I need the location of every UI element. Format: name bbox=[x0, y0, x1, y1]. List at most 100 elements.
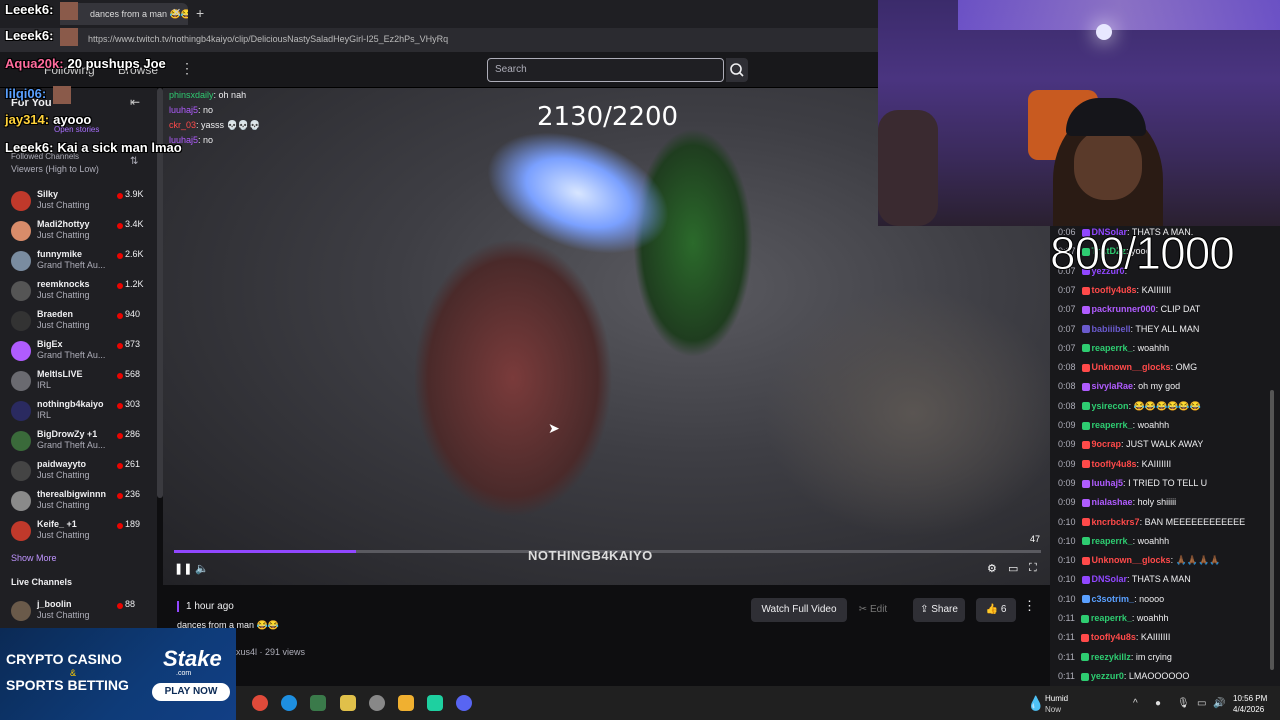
sidebar-channel[interactable]: MeltlsLIVE IRL 568 bbox=[0, 368, 157, 398]
discord-icon[interactable] bbox=[456, 695, 472, 711]
sidebar-channel[interactable]: BigDrowZy +1 Grand Theft Au... 286 bbox=[0, 428, 157, 458]
clock-time[interactable]: 10:56 PM bbox=[1233, 694, 1267, 703]
chat-username[interactable]: luuhaj5 bbox=[1092, 478, 1124, 488]
theatre-mode-icon[interactable]: ▭ bbox=[1008, 562, 1018, 575]
edit-button[interactable]: ✂ Edit bbox=[851, 598, 895, 622]
chat-text: holy shiiiii bbox=[1137, 497, 1177, 508]
channel-avatar bbox=[11, 221, 31, 241]
chat-username[interactable]: yezzur0 bbox=[1091, 671, 1124, 681]
clock-date[interactable]: 4/4/2026 bbox=[1233, 705, 1264, 714]
chat-username[interactable]: sivylaRae bbox=[1092, 381, 1134, 391]
address-bar[interactable]: https://www.twitch.tv/nothingb4kaiyo/cli… bbox=[0, 28, 880, 52]
sidebar-channel[interactable]: reemknocks Just Chatting 1.2K bbox=[0, 278, 157, 308]
sort-label: Viewers (High to Low) bbox=[11, 164, 99, 174]
tab-close-icon[interactable]: ✕ bbox=[172, 6, 181, 19]
collapse-sidebar-icon[interactable]: ⇤ bbox=[130, 95, 140, 109]
browser-tab[interactable]: dances from a man 😂😂 bbox=[60, 3, 188, 25]
sidebar-channel[interactable]: Silky Just Chatting 3.9K bbox=[0, 188, 157, 218]
chat-username[interactable]: babiiibell bbox=[1092, 324, 1131, 334]
chat-username[interactable]: Unknown__glocks bbox=[1092, 362, 1171, 372]
chat-badge-icon bbox=[1080, 653, 1089, 662]
video-chat-user: ckr_03 bbox=[169, 120, 197, 130]
stake-ad-banner[interactable]: CRYPTO CASINO & SPORTS BETTING Stake .co… bbox=[0, 628, 236, 720]
sidebar-channel[interactable]: Keife_ +1 Just Chatting 189 bbox=[0, 518, 157, 548]
video-chat-text: yasss 💀💀💀 bbox=[201, 120, 261, 130]
pause-icon[interactable]: ❚❚ bbox=[174, 562, 192, 575]
settings-app-icon[interactable] bbox=[369, 695, 385, 711]
chat-message: 0:11 yezzur0: LMAOOOOOO bbox=[1058, 671, 1270, 681]
sidebar-channel[interactable]: paidwayyto Just Chatting 261 bbox=[0, 458, 157, 488]
sort-icon[interactable]: ⇅ bbox=[130, 156, 138, 167]
chat-username[interactable]: nialashae bbox=[1092, 497, 1133, 507]
show-more-link[interactable]: Show More bbox=[11, 553, 57, 563]
ad-line-1: CRYPTO CASINO bbox=[6, 651, 122, 667]
chat-scrollbar[interactable] bbox=[1270, 390, 1274, 670]
channel-viewers: 568 bbox=[125, 369, 141, 379]
chat-counter: 800/1000 bbox=[1050, 227, 1236, 280]
microphone-icon[interactable]: 🎙 bbox=[1177, 698, 1190, 709]
url-text[interactable]: https://www.twitch.tv/nothingb4kaiyo/cli… bbox=[88, 34, 448, 44]
video-embedded-chat: phinsxdaily: oh nah luuhaj5: no ckr_03: ya… bbox=[169, 88, 260, 148]
overlay-chat-text: ayooo bbox=[53, 112, 92, 127]
store-icon[interactable] bbox=[340, 695, 356, 711]
channel-avatar bbox=[11, 341, 31, 361]
chat-username[interactable]: reaperrk_ bbox=[1091, 613, 1132, 623]
fullscreen-icon[interactable]: ⛶ bbox=[1029, 562, 1037, 575]
chat-username[interactable]: 9ocrap bbox=[1092, 439, 1122, 449]
speaker-icon[interactable]: 🔊 bbox=[1213, 698, 1225, 709]
chat-text: THEY ALL MAN bbox=[1135, 323, 1200, 334]
chat-text: THATS A MAN bbox=[1131, 574, 1191, 585]
share-button[interactable]: ⇪ Share bbox=[913, 598, 965, 622]
chat-username[interactable]: toofly4u8s bbox=[1092, 459, 1137, 469]
edge-icon[interactable] bbox=[281, 695, 297, 711]
settings-icon[interactable]: ⚙ bbox=[987, 562, 997, 575]
watch-full-video-button[interactable]: Watch Full Video bbox=[751, 598, 847, 622]
live-dot-icon bbox=[117, 373, 123, 379]
app-icon[interactable] bbox=[310, 695, 326, 711]
channel-avatar bbox=[11, 311, 31, 331]
chat-username[interactable]: packrunner000 bbox=[1092, 304, 1156, 314]
sidebar-channel[interactable]: nothingb4kaiyo IRL 303 bbox=[0, 398, 157, 428]
chat-username[interactable]: kncrbckrs7 bbox=[1092, 517, 1140, 527]
weather-icon[interactable]: 💧 bbox=[1027, 695, 1044, 712]
sidebar-channel[interactable]: Madi2hottyy Just Chatting 3.4K bbox=[0, 218, 157, 248]
sidebar-channel[interactable]: therealbigwinnn Just Chatting 236 bbox=[0, 488, 157, 518]
chat-username[interactable]: ysirecon bbox=[1092, 401, 1129, 411]
app2-icon[interactable] bbox=[427, 695, 443, 711]
sidebar-channel[interactable]: funnymike Grand Theft Au... 2.6K bbox=[0, 248, 157, 278]
more-icon[interactable]: ⋮ bbox=[180, 60, 194, 77]
chat-username[interactable]: reezykillz bbox=[1091, 652, 1131, 662]
chat-username[interactable]: reaperrk_ bbox=[1092, 343, 1133, 353]
volume-icon[interactable]: 🔈 bbox=[195, 562, 209, 575]
browser-tab-bar: dances from a man 😂😂 ✕ + bbox=[0, 0, 880, 28]
weather-title[interactable]: Humid bbox=[1045, 694, 1068, 703]
chat-username[interactable]: reaperrk_ bbox=[1092, 536, 1133, 546]
sidebar-channel[interactable]: BigEx Grand Theft Au... 873 bbox=[0, 338, 157, 368]
search-button[interactable] bbox=[726, 58, 748, 82]
chat-username[interactable]: DNSolar bbox=[1092, 574, 1128, 584]
chat-username[interactable]: reaperrk_ bbox=[1092, 420, 1133, 430]
chat-text: KAIIIIIII bbox=[1141, 284, 1172, 295]
more-options-icon[interactable]: ⋮ bbox=[1023, 598, 1036, 614]
like-button[interactable]: 👍 6 bbox=[976, 598, 1016, 622]
network-icon[interactable]: ▭ bbox=[1197, 698, 1206, 709]
chat-username[interactable]: Unknown__glocks bbox=[1092, 555, 1171, 565]
chat-timestamp: 0:07 bbox=[1058, 342, 1076, 353]
chat-username[interactable]: toofly4u8s bbox=[1092, 285, 1137, 295]
channel-viewers: 2.6K bbox=[125, 249, 144, 259]
tray-chevron-icon[interactable]: ^ bbox=[1133, 698, 1138, 709]
tray-app-icon[interactable]: ● bbox=[1155, 698, 1161, 709]
chrome-icon[interactable] bbox=[252, 695, 268, 711]
weather-sub[interactable]: Now bbox=[1045, 705, 1061, 714]
ad-play-now-button[interactable]: PLAY NOW bbox=[152, 683, 230, 701]
channel-category: IRL bbox=[37, 380, 52, 390]
overlay-chat-line: Leeek6: bbox=[5, 2, 79, 20]
chat-message: 0:09 nialashae: holy shiiiii bbox=[1058, 497, 1270, 507]
sidebar-channel[interactable]: Braeden Just Chatting 940 bbox=[0, 308, 157, 338]
live-channel[interactable]: j_boolin Just Chatting 88 bbox=[0, 598, 157, 628]
chat-username[interactable]: c3sotrim_ bbox=[1092, 594, 1135, 604]
new-tab-icon[interactable]: + bbox=[196, 5, 204, 21]
search-input[interactable]: Search bbox=[487, 58, 724, 82]
chat-username[interactable]: toofly4u8s bbox=[1091, 632, 1136, 642]
file-explorer-icon[interactable] bbox=[398, 695, 414, 711]
